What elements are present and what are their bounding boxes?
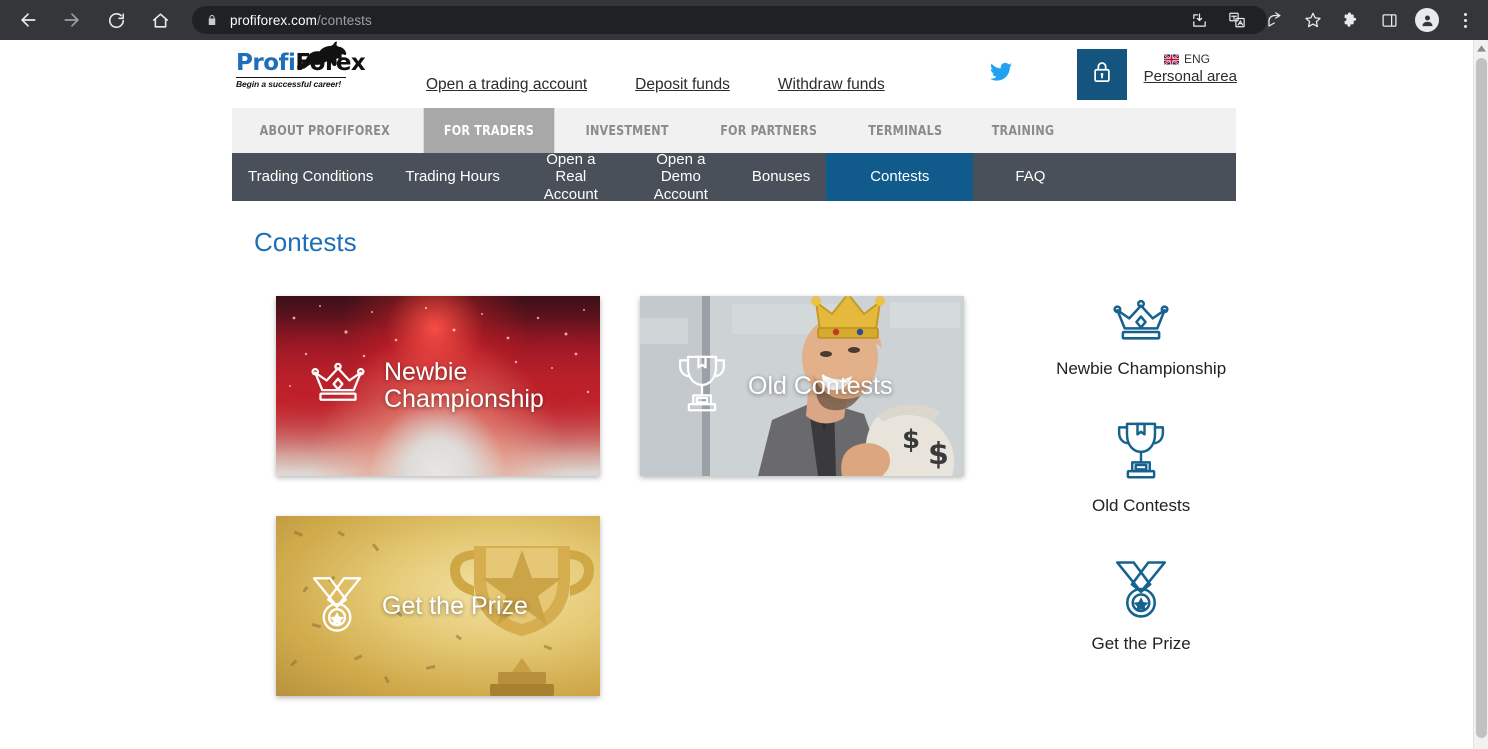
- card-label-old-contests: Old Contests: [748, 371, 893, 400]
- secondary-nav: Trading Conditions Trading Hours Open a …: [232, 151, 1236, 203]
- card-label-get-the-prize: Get the Prize: [382, 591, 528, 620]
- header-link-withdraw-funds[interactable]: Withdraw funds: [778, 76, 885, 94]
- page-scrollbar[interactable]: [1473, 40, 1488, 749]
- card-content: Get the Prize: [276, 516, 600, 696]
- contest-sidebar: Newbie Championship Old Contests Get the…: [1046, 296, 1236, 696]
- url-path: /contests: [316, 12, 372, 28]
- site-header: ProfiForex Begin a successful career! Op…: [232, 40, 1237, 108]
- star-bookmark-icon[interactable]: [1297, 4, 1329, 36]
- medal-icon: [1046, 557, 1236, 621]
- nav-item-terminals[interactable]: TERMINALS: [848, 108, 962, 153]
- home-icon[interactable]: [143, 3, 177, 37]
- twitter-bird-icon[interactable]: [987, 60, 1015, 89]
- puzzle-extensions-icon[interactable]: [1335, 4, 1367, 36]
- site-logo[interactable]: ProfiForex Begin a successful career!: [236, 41, 366, 89]
- card-content: Old Contests: [640, 296, 964, 476]
- subnav-item-open-demo-account[interactable]: Open a Demo Account: [626, 151, 736, 203]
- contest-card-get-the-prize[interactable]: Get the Prize: [276, 516, 600, 696]
- content-layout: Newbie Championship $ $ Old Contests Get…: [232, 296, 1236, 696]
- sidebar-item-newbie-championship[interactable]: Newbie Championship: [1046, 298, 1236, 379]
- page-content: Contests Newbie Championship $ $ Old Con…: [232, 201, 1236, 696]
- subnav-item-trading-conditions[interactable]: Trading Conditions: [232, 153, 389, 201]
- kebab-menu-icon[interactable]: [1449, 4, 1481, 36]
- padlock-icon: [1091, 59, 1113, 90]
- browser-nav-buttons: [0, 3, 182, 37]
- card-label-newbie-championship: Newbie Championship: [384, 358, 544, 413]
- nav-item-about-profiforex[interactable]: ABOUT PROFIFOREX: [239, 108, 410, 153]
- nav-item-investment[interactable]: INVESTMENT: [565, 108, 689, 153]
- uk-flag-icon: [1163, 53, 1179, 65]
- nav-item-training[interactable]: TRAINING: [972, 108, 1075, 153]
- url-domain: profiforex.com: [230, 12, 317, 28]
- forward-arrow-icon[interactable]: [55, 3, 89, 37]
- subnav-item-open-real-account[interactable]: Open a Real Account: [516, 151, 626, 203]
- language-label: ENG: [1183, 52, 1210, 66]
- sidebar-item-get-the-prize[interactable]: Get the Prize: [1046, 557, 1236, 654]
- trophy-icon: [1046, 419, 1236, 483]
- contest-card-newbie-championship[interactable]: Newbie Championship: [276, 296, 600, 476]
- contest-card-old-contests[interactable]: $ $ Old Contests: [640, 296, 964, 476]
- lock-icon: [206, 13, 218, 27]
- translate-icon[interactable]: [1221, 4, 1253, 36]
- reload-icon[interactable]: [99, 3, 133, 37]
- subnav-item-bonuses[interactable]: Bonuses: [736, 153, 826, 201]
- sidebar-label-newbie-championship: Newbie Championship: [1056, 359, 1227, 378]
- language-and-account: ENG Personal area: [1137, 52, 1237, 85]
- scroll-up-arrow-icon[interactable]: [1474, 40, 1488, 56]
- profile-avatar-icon[interactable]: [1411, 4, 1443, 36]
- scrollbar-thumb[interactable]: [1476, 58, 1487, 738]
- back-arrow-icon[interactable]: [11, 3, 45, 37]
- crown-icon: [310, 361, 366, 412]
- side-panel-icon[interactable]: [1373, 4, 1405, 36]
- logo-part-1: Profi: [236, 50, 296, 76]
- language-selector[interactable]: ENG: [1137, 52, 1237, 66]
- header-link-open-account[interactable]: Open a trading account: [426, 76, 587, 94]
- address-bar[interactable]: profiforex.com/contests: [192, 6, 1267, 34]
- nav-item-for-partners[interactable]: FOR PARTNERS: [700, 108, 837, 153]
- browser-actions: [1180, 0, 1484, 40]
- subnav-item-trading-hours[interactable]: Trading Hours: [389, 153, 515, 201]
- url-text: profiforex.com/contests: [230, 13, 372, 28]
- sidebar-label-get-the-prize: Get the Prize: [1091, 633, 1191, 653]
- personal-area-lock-button[interactable]: [1077, 49, 1127, 100]
- header-link-deposit-funds[interactable]: Deposit funds: [635, 76, 730, 94]
- page-title: Contests: [254, 227, 357, 257]
- browser-toolbar: profiforex.com/contests: [0, 0, 1488, 40]
- subnav-item-faq[interactable]: FAQ: [973, 153, 1087, 201]
- medal-icon: [310, 573, 364, 640]
- contest-card-grid: Newbie Championship $ $ Old Contests Get…: [276, 296, 978, 696]
- page-viewport: ProfiForex Begin a successful career! Op…: [0, 40, 1473, 749]
- trophy-icon: [674, 353, 730, 420]
- share-icon[interactable]: [1259, 4, 1291, 36]
- subnav-item-contests[interactable]: Contests: [826, 153, 974, 201]
- sidebar-label-old-contests: Old Contests: [1091, 496, 1191, 516]
- crown-icon: [1046, 298, 1236, 346]
- site-container: ProfiForex Begin a successful career! Op…: [232, 40, 1237, 696]
- card-content: Newbie Championship: [276, 296, 600, 476]
- avatar: [1415, 8, 1439, 32]
- personal-area-link[interactable]: Personal area: [1137, 68, 1237, 85]
- sidebar-item-old-contests[interactable]: Old Contests: [1046, 419, 1236, 516]
- header-links: Open a trading account Deposit funds Wit…: [426, 76, 885, 94]
- bull-logo-icon: [294, 40, 350, 79]
- primary-nav: ABOUT PROFIFOREX FOR TRADERS INVESTMENT …: [232, 108, 1236, 153]
- install-app-icon[interactable]: [1183, 4, 1215, 36]
- nav-item-for-traders[interactable]: FOR TRADERS: [423, 108, 554, 153]
